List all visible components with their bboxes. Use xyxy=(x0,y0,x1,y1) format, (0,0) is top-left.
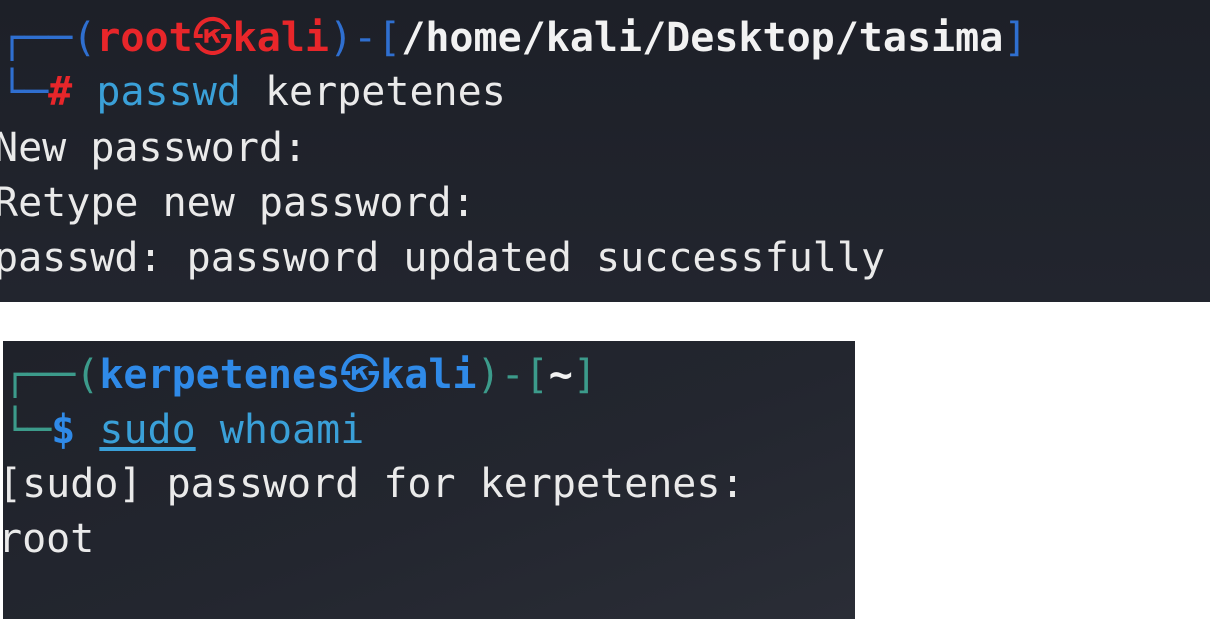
prompt-corner-top: ┌── xyxy=(3,352,76,398)
prompt-line-top: ┌──(kerpetenes㉿kali)-[~] xyxy=(3,351,597,399)
prompt-corner-top: ┌── xyxy=(0,15,73,61)
output-line: [sudo] password for kerpetenes: xyxy=(3,461,745,507)
kali-symbol-icon: ㉿ xyxy=(340,352,381,398)
user-sigil: $ xyxy=(51,407,76,453)
output-line: passwd: password updated successfully xyxy=(0,235,886,281)
output-line: root xyxy=(3,516,95,562)
command-name: sudo xyxy=(99,407,196,453)
prompt-close-bracket: )-[ xyxy=(476,352,549,398)
prompt-user: root xyxy=(96,15,193,61)
terminal-window-root[interactable]: ┌──(root㉿kali)-[/home/kali/Desktop/tasim… xyxy=(0,0,1210,302)
root-sigil: # xyxy=(48,69,73,115)
prompt-line-command: └─$ sudo whoami xyxy=(3,406,364,454)
prompt-path: ~ xyxy=(548,352,573,398)
prompt-open-paren: ( xyxy=(75,352,100,398)
prompt-path: /home/kali/Desktop/tasima xyxy=(401,15,1004,61)
prompt-close-bracket: )-[ xyxy=(329,15,402,61)
prompt-path-close: ] xyxy=(572,352,597,398)
prompt-user: kerpetenes xyxy=(99,352,341,398)
prompt-host: kali xyxy=(380,352,477,398)
prompt-path-close: ] xyxy=(1003,15,1028,61)
prompt-host: kali xyxy=(232,15,329,61)
kali-symbol-icon: ㉿ xyxy=(192,15,233,61)
command-name: passwd xyxy=(96,69,241,115)
prompt-corner-bottom: └─ xyxy=(3,407,52,453)
output-line: New password: xyxy=(0,125,308,171)
prompt-corner-bottom: └─ xyxy=(0,69,49,115)
output-line: Retype new password: xyxy=(0,180,476,226)
prompt-line-command: └─# passwd kerpetenes xyxy=(0,68,506,116)
command-argument: kerpetenes xyxy=(264,69,506,115)
prompt-open-paren: ( xyxy=(72,15,97,61)
command-argument: whoami xyxy=(219,407,365,453)
terminal-window-user[interactable]: ┌──(kerpetenes㉿kali)-[~] └─$ sudo whoami… xyxy=(3,341,855,619)
prompt-line-top: ┌──(root㉿kali)-[/home/kali/Desktop/tasim… xyxy=(0,14,1027,62)
